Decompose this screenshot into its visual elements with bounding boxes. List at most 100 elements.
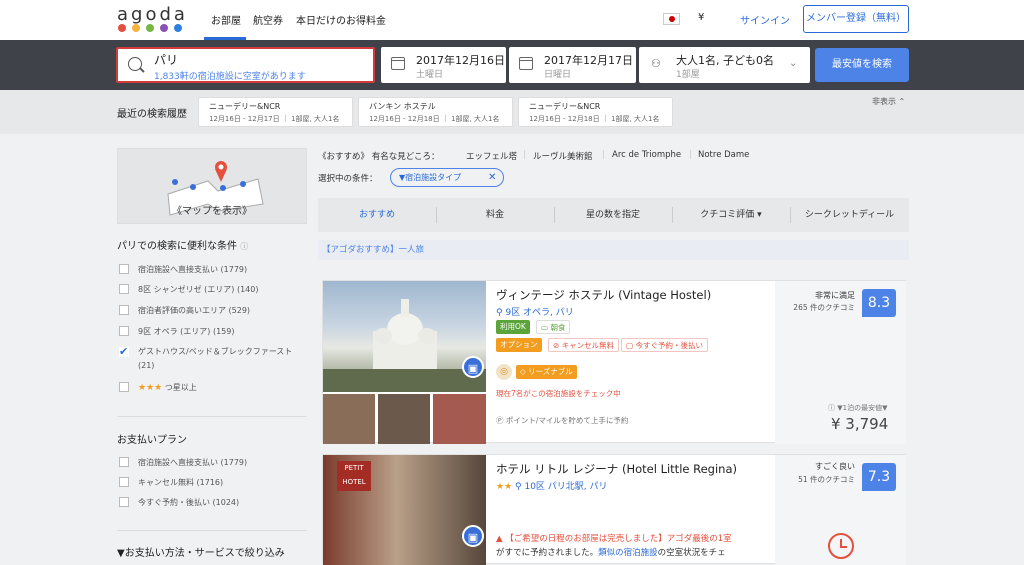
location-text: 10区 パリ北駅, パリ <box>524 482 608 492</box>
checkmark-icon[interactable]: ✔ <box>119 346 129 357</box>
price-note-text: ▼1泊の最安値▼ <box>837 404 888 412</box>
checkbox[interactable] <box>119 305 129 315</box>
rating-text: すごく良い <box>815 462 855 471</box>
checkout-field[interactable]: 2017年12月17日 日曜日 <box>509 47 636 83</box>
checkout-date: 2017年12月17日 <box>544 54 633 67</box>
sort-bar: おすすめ 料金 星の数を指定 クチコミ評価 ▾ シークレットディール <box>318 198 909 232</box>
show-map-label: 《マップを表示》 <box>172 206 252 217</box>
review-count[interactable]: 265 件のクチコミ <box>775 302 855 313</box>
points-text: ポイント/マイルを貯めて上手に予約 <box>505 416 629 425</box>
hotel-card[interactable]: ▣ ヴィンテージ ホステル (Vintage Hostel) ⚲ 9区 オペラ,… <box>322 280 906 444</box>
price-note: ⓘ ▼1泊の最安値▼ <box>828 403 887 413</box>
sort-reviews[interactable]: クチコミ評価 ▾ <box>672 198 790 232</box>
filter-label: つ星以上 <box>164 383 197 392</box>
option-badge: オプション <box>496 338 542 352</box>
selected-label: 選択中の条件： <box>318 174 378 184</box>
close-icon[interactable]: ✕ <box>488 169 496 186</box>
hotel-thumbnail[interactable] <box>323 394 375 444</box>
filter-label: 8区 シャンゼリゼ (エリア) (140) <box>138 285 259 294</box>
chevron-down-icon: ⌄ <box>789 58 798 69</box>
checkbox[interactable] <box>119 264 129 274</box>
calendar-icon <box>519 57 533 70</box>
hotel-location[interactable]: ⚲ 9区 オペラ, パリ <box>496 305 574 318</box>
search-button[interactable]: 最安値を検索 <box>815 48 909 82</box>
register-button[interactable]: メンバー登録（無料） <box>803 5 909 33</box>
recent-item-detail: 12月16日 - 12月18日 ｜ 1部屋, 大人1名 <box>369 115 500 123</box>
japan-flag-icon[interactable] <box>663 13 680 25</box>
sort-recommended[interactable]: おすすめ <box>318 198 436 232</box>
filter-label: 宿泊施設へ直接支払い (1779) <box>138 458 248 467</box>
info-icon: ⓘ <box>240 242 249 251</box>
basilica-photo-icon <box>323 299 486 392</box>
review-score[interactable]: 7.3 <box>862 463 896 491</box>
breakfast-badge: ▭ 朝食 <box>536 320 571 334</box>
checkbox[interactable] <box>119 382 129 392</box>
checkbox[interactable] <box>119 284 129 294</box>
checkbox[interactable] <box>119 477 129 487</box>
recent-item[interactable]: ニューデリー&NCR 12月16日 - 12月18日 ｜ 1部屋, 大人1名 <box>518 97 673 127</box>
sight-link[interactable]: Notre Dame <box>698 150 749 160</box>
reasonable-badge: ◇ リーズナブル <box>516 365 577 379</box>
checkbox[interactable] <box>119 326 129 336</box>
checkout-day: 日曜日 <box>544 70 572 80</box>
hotel-location[interactable]: ★★ ⚲ 10区 パリ北駅, パリ <box>496 479 608 492</box>
sort-stars[interactable]: 星の数を指定 <box>554 198 672 232</box>
tag-icon: ◇ <box>520 367 526 376</box>
recent-item[interactable]: バンキン ホステル 12月16日 - 12月18日 ｜ 1部屋, 大人1名 <box>358 97 513 127</box>
hotel-name[interactable]: ヴィンテージ ホステル (Vintage Hostel) <box>496 287 711 303</box>
nav-rooms[interactable]: お部屋 <box>211 12 241 27</box>
promo-banner[interactable]: 【アゴダおすすめ】一人旅 <box>318 240 909 260</box>
sort-price[interactable]: 料金 <box>436 198 554 232</box>
agoda-logo[interactable]: agoda <box>117 4 188 25</box>
review-count[interactable]: 51 件のクチコミ <box>775 474 855 485</box>
recent-item-name: バンキン ホステル <box>369 102 436 111</box>
hotel-thumbnail[interactable] <box>378 394 430 444</box>
breakfast-label: 朝食 <box>550 323 566 332</box>
hotel-main-photo[interactable]: ▣ <box>323 281 486 392</box>
map-preview[interactable]: 《マップを表示》 <box>117 148 307 224</box>
destination-value: パリ <box>154 53 179 67</box>
coin-icon: ◎ <box>496 364 512 380</box>
calendar-icon <box>391 57 405 70</box>
currency-selector[interactable]: ¥ <box>698 12 704 23</box>
recent-item-name: ニューデリー&NCR <box>529 102 601 111</box>
free-cancel-label: キャンセル無料 <box>561 341 615 350</box>
recent-item-name: ニューデリー&NCR <box>209 102 281 111</box>
pin-icon: ⚲ <box>515 482 522 492</box>
availability-text: 1,833軒の宿泊施設に空室があります <box>154 72 306 82</box>
sort-secret-deals[interactable]: シークレットディール <box>790 198 909 232</box>
chip-label: ▼宿泊施設タイプ <box>399 173 462 182</box>
recent-item-detail: 12月16日 - 12月18日 ｜ 1部屋, 大人1名 <box>529 115 660 123</box>
sight-link[interactable]: エッフェル塔 <box>466 150 517 162</box>
pin-icon: ⚲ <box>496 308 503 318</box>
price[interactable]: ¥ 3,794 <box>831 415 888 433</box>
destination-field[interactable]: パリ 1,833軒の宿泊施設に空室があります <box>116 47 375 83</box>
separator: | <box>523 150 526 160</box>
guests-field[interactable]: ⚇ 大人1名, 子ども0名 1部屋 ⌄ <box>639 47 810 83</box>
sights-label: 《おすすめ》 有名な見どころ： <box>318 152 440 162</box>
review-score[interactable]: 8.3 <box>862 289 896 317</box>
nav-flights[interactable]: 航空券 <box>253 12 283 27</box>
hide-recent-link[interactable]: 非表示 ⌃ <box>872 96 905 107</box>
points-info: Ⓟ ポイント/マイルを貯めて上手に予約 <box>496 415 628 426</box>
divider <box>117 416 307 417</box>
hotel-name[interactable]: ホテル リトル レジーナ (Hotel Little Regina) <box>496 461 737 477</box>
selected-filter-chip[interactable]: ▼宿泊施設タイプ ✕ <box>390 168 504 187</box>
checkbox[interactable] <box>119 497 129 507</box>
nav-deals[interactable]: 本日だけのお得料金 <box>296 12 386 27</box>
hotel-card[interactable]: PETIT HOTEL ▣ ホテル リトル レジーナ (Hotel Little … <box>322 454 906 565</box>
filter-label: 宿泊者評価の高いエリア (529) <box>138 306 251 315</box>
checkin-field[interactable]: 2017年12月16日 土曜日 <box>381 47 506 83</box>
hotel-main-photo[interactable]: PETIT HOTEL ▣ <box>323 455 486 565</box>
sight-link[interactable]: Arc de Triomphe <box>612 150 681 160</box>
hotel-thumbnail[interactable] <box>433 394 486 444</box>
check-icon: ⊘ <box>553 341 560 350</box>
filter-label: 宿泊施設へ直接支払い (1779) <box>138 265 248 274</box>
free-cancel-badge: ⊘ キャンセル無料 <box>548 338 620 352</box>
recent-item[interactable]: ニューデリー&NCR 12月16日 - 12月17日 ｜ 1部屋, 大人1名 <box>198 97 353 127</box>
hide-label: 非表示 <box>872 97 896 106</box>
wallet-icon: ▢ <box>626 341 634 350</box>
sight-link[interactable]: ルーヴル美術館 <box>533 150 593 162</box>
checkbox[interactable] <box>119 457 129 467</box>
signin-link[interactable]: サインイン <box>740 12 790 27</box>
